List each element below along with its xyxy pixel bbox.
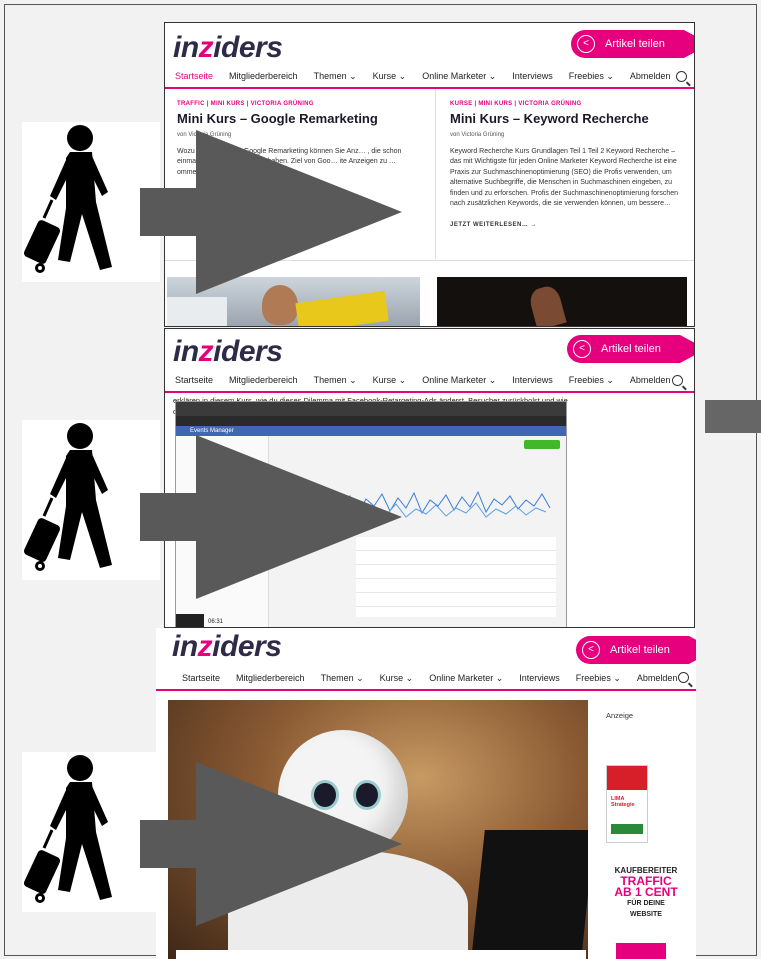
goal-net	[167, 297, 227, 326]
inziders-logo[interactable]: inziders	[172, 630, 282, 664]
nav-interviews[interactable]: Interviews	[512, 375, 553, 385]
share-article-button[interactable]: < Artikel teilen	[571, 30, 694, 58]
book-band	[611, 824, 643, 834]
search-icon[interactable]	[672, 375, 683, 386]
ad-label: Anzeige	[606, 711, 634, 720]
share-article-button[interactable]: < Artikel teilen	[576, 636, 696, 664]
arrow-right-icon	[140, 130, 402, 294]
ad-book-cover: LIMA Strategie	[606, 765, 648, 843]
nav-freebies[interactable]: Freebies ⌄	[576, 673, 621, 684]
share-icon: <	[573, 340, 591, 358]
card-category: KURSE | MINI KURS | VICTORIA GRÜNING	[450, 101, 582, 107]
nav-online-marketer[interactable]: Online Marketer ⌄	[422, 375, 496, 386]
nav-kurse[interactable]: Kurse ⌄	[373, 71, 407, 82]
video-timestamp: 06:31	[208, 619, 224, 625]
nav-freebies[interactable]: Freebies ⌄	[569, 71, 614, 82]
nav-interviews[interactable]: Interviews	[519, 673, 560, 683]
card-title[interactable]: Mini Kurs – Keyword Recherche	[450, 112, 685, 124]
nav-divider	[165, 391, 694, 393]
article-image-hand[interactable]	[437, 277, 687, 326]
article-title-box	[176, 950, 586, 959]
gray-block	[705, 400, 761, 433]
finger-shape	[527, 283, 567, 326]
book-title: LIMA Strategie	[611, 796, 635, 808]
nav-abmelden[interactable]: Abmelden	[630, 375, 671, 385]
browser-tabbar	[176, 402, 566, 416]
nav-themen[interactable]: Themen ⌄	[321, 673, 364, 684]
nav-freebies[interactable]: Freebies ⌄	[569, 375, 614, 386]
nav-themen[interactable]: Themen ⌄	[314, 71, 357, 82]
arrow-right-icon	[140, 762, 402, 926]
search-icon[interactable]	[676, 71, 687, 82]
nav-online-marketer[interactable]: Online Marketer ⌄	[422, 71, 496, 82]
inziders-logo[interactable]: inziders	[173, 31, 283, 65]
share-article-button[interactable]: < Artikel teilen	[567, 335, 694, 363]
share-icon: <	[577, 35, 595, 53]
read-more-link[interactable]: JETZT WEITERLESEN… →	[450, 220, 685, 231]
player-jersey	[295, 290, 389, 326]
nav-mitgliederbereich[interactable]: Mitgliederbereich	[229, 375, 298, 385]
article-card-keyword[interactable]: KURSE | MINI KURS | VICTORIA GRÜNING Min…	[450, 99, 685, 230]
nav-mitgliederbereich[interactable]: Mitgliederbereich	[229, 71, 298, 81]
nav-divider	[156, 689, 696, 691]
search-icon[interactable]	[678, 672, 689, 683]
card-category: TRAFFIC | MINI KURS | VICTORIA GRÜNING	[177, 101, 314, 107]
book-spine-color	[607, 766, 647, 790]
share-icon: <	[582, 641, 600, 659]
card-excerpt: Keyword Recherche Kurs Grundlagen Teil 1…	[450, 147, 679, 208]
nav-mitgliederbereich[interactable]: Mitgliederbereich	[236, 673, 305, 683]
ad-banner[interactable]: LIMA Strategie KAUFBEREITER TRAFFIC AB 1…	[606, 725, 686, 959]
card-byline: von Victoria Grüning	[450, 132, 505, 138]
nav-abmelden[interactable]: Abmelden	[630, 71, 671, 81]
arrow-right-icon	[140, 435, 402, 599]
nav-startseite[interactable]: Startseite	[182, 673, 220, 683]
nav-startseite[interactable]: Startseite	[175, 71, 213, 81]
inziders-logo[interactable]: inziders	[173, 335, 283, 369]
nav-online-marketer[interactable]: Online Marketer ⌄	[429, 673, 503, 684]
nav-abmelden[interactable]: Abmelden	[637, 673, 678, 683]
robot-tablet	[471, 830, 588, 959]
video-play-button[interactable]	[176, 614, 204, 627]
nav-kurse[interactable]: Kurse ⌄	[380, 673, 414, 684]
column-divider	[435, 89, 436, 259]
nav-divider	[165, 87, 694, 89]
ad-cta-button[interactable]	[616, 943, 666, 959]
card-title[interactable]: Mini Kurs – Google Remarketing	[177, 112, 407, 124]
nav-kurse[interactable]: Kurse ⌄	[373, 375, 407, 386]
nav-themen[interactable]: Themen ⌄	[314, 375, 357, 386]
ad-headline: KAUFBEREITER TRAFFIC AB 1 CENT FÜR DEINE…	[614, 866, 678, 918]
nav-startseite[interactable]: Startseite	[175, 375, 213, 385]
browser-addressbar	[176, 416, 566, 426]
create-event-button[interactable]	[524, 440, 560, 449]
nav-interviews[interactable]: Interviews	[512, 71, 553, 81]
